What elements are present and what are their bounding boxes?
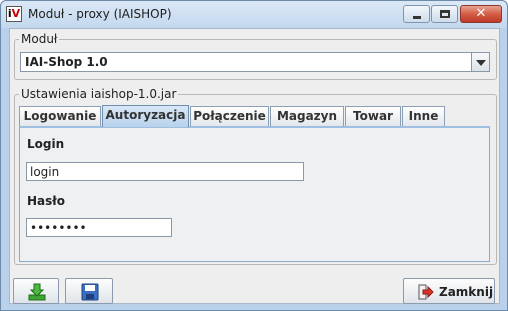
login-label: Login: [27, 137, 65, 151]
close-icon: ✕: [475, 6, 487, 21]
maximize-button[interactable]: [431, 5, 458, 23]
tab-logowanie[interactable]: Logowanie: [19, 106, 101, 127]
tab-towar[interactable]: Towar: [345, 106, 401, 127]
exit-icon: [418, 284, 434, 300]
settings-legend: Ustawienia iaishop-1.0.jar: [21, 87, 177, 101]
window-content: Moduł IAI-Shop 1.0 Ustawienia iaishop-1.…: [9, 28, 500, 304]
save-button[interactable]: [65, 278, 113, 304]
tab-inne[interactable]: Inne: [402, 106, 445, 127]
dropdown-arrow-button[interactable]: [471, 53, 489, 71]
app-icon: iV: [6, 6, 22, 22]
modul-selected-value: IAI-Shop 1.0: [25, 55, 108, 69]
tab-magazyn[interactable]: Magazyn: [270, 106, 344, 127]
module-window: iV Moduł - proxy (IAISHOP) ✕ Moduł IAI-S…: [0, 0, 508, 311]
close-window-button[interactable]: ✕: [460, 5, 502, 23]
download-icon: [28, 283, 46, 301]
autoryzacja-panel: Login Hasło: [19, 126, 490, 262]
login-input[interactable]: [26, 162, 304, 181]
minimize-button[interactable]: [403, 5, 430, 23]
minimize-icon: [413, 16, 421, 19]
download-button[interactable]: [13, 278, 59, 304]
modul-legend: Moduł: [21, 32, 58, 46]
password-label: Hasło: [27, 194, 65, 208]
close-button-label: Zamknij: [439, 285, 494, 299]
maximize-icon: [440, 10, 450, 18]
title-bar[interactable]: iV Moduł - proxy (IAISHOP) ✕: [1, 1, 507, 28]
window-title: Moduł - proxy (IAISHOP): [28, 7, 172, 21]
password-input[interactable]: [26, 218, 172, 237]
chevron-down-icon: [476, 60, 486, 66]
modul-select[interactable]: IAI-Shop 1.0: [20, 52, 490, 72]
tab-autoryzacja[interactable]: Autoryzacja: [102, 105, 189, 127]
close-button[interactable]: Zamknij: [403, 278, 495, 304]
save-icon: [81, 283, 99, 301]
tab-polaczenie[interactable]: Połączenie: [190, 106, 269, 127]
